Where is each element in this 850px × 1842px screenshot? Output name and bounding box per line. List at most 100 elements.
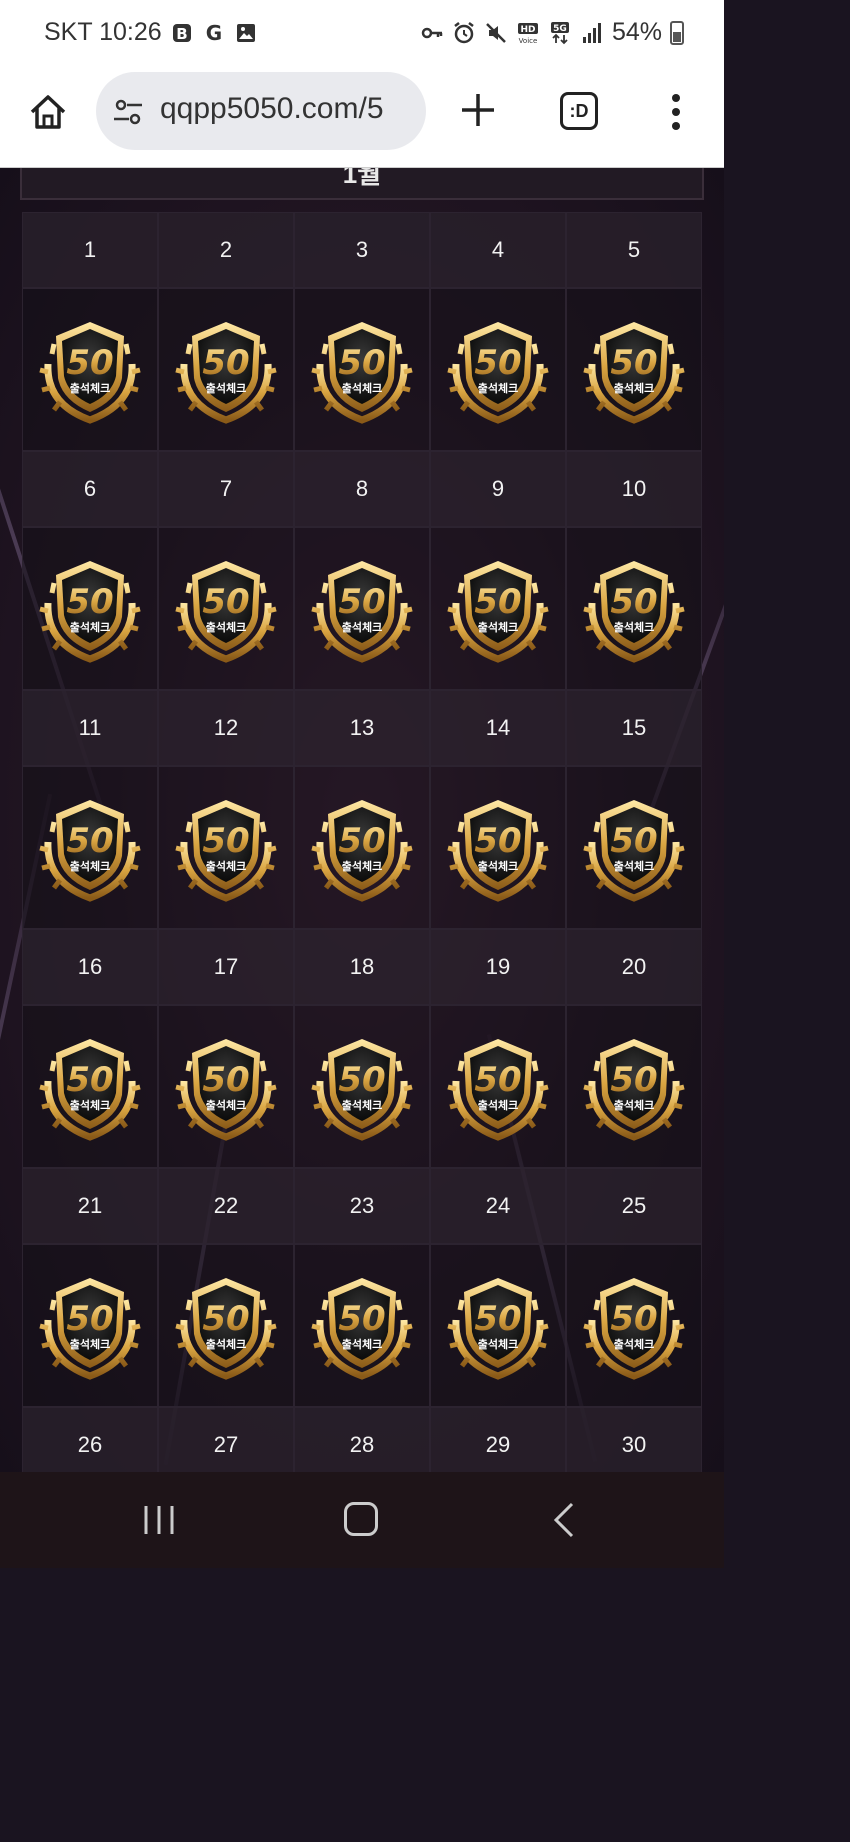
badge-number: 50	[338, 1060, 385, 1100]
badge-caption: 출석체크	[342, 859, 382, 873]
day-badge-cell[interactable]: 50 출석체크	[294, 1244, 430, 1407]
day-badge-cell[interactable]: 50 출석체크	[158, 527, 294, 690]
battery-percent: 54%	[611, 18, 662, 46]
day-number: 29	[430, 1407, 566, 1472]
badge-number: 50	[338, 582, 385, 622]
month-label: 1월	[342, 168, 382, 189]
mute-icon	[486, 22, 506, 43]
day-badge-cell[interactable]: 50 출석체크	[158, 1005, 294, 1168]
badge-number: 50	[202, 582, 249, 622]
attendance-calendar: 1 2 3 4 5 50 출석체크 50 출석체크 50 출석체크 50 출석체크 50 출석체크 6 7 8 9 1…	[22, 212, 702, 1472]
day-badge-cell[interactable]: 50 출석체크	[430, 766, 566, 929]
day-badge-cell[interactable]: 50 출석체크	[22, 766, 158, 929]
day-badge-cell[interactable]: 50 출석체크	[294, 288, 430, 451]
day-badge-cell[interactable]: 50 출석체크	[430, 527, 566, 690]
day-badge-cell[interactable]: 50 출석체크	[294, 1005, 430, 1168]
day-number: 6	[22, 451, 158, 527]
day-badge-cell[interactable]: 50 출석체크	[566, 1244, 702, 1407]
attendance-badge-icon: 50출석체크	[175, 1038, 277, 1141]
day-badge-cell[interactable]: 50 출석체크	[566, 766, 702, 929]
badge-caption: 출석체크	[478, 1098, 518, 1112]
browser-toolbar: qqpp5050.com/5 :D	[0, 68, 724, 168]
badge-caption: 출석체크	[478, 381, 518, 395]
day-badge-cell[interactable]: 50 출석체크	[158, 288, 294, 451]
new-tab-icon[interactable]	[458, 90, 498, 130]
day-badge-cell[interactable]: 50 출석체크	[566, 527, 702, 690]
day-number: 1	[22, 212, 158, 288]
attendance-badge-icon: 50출석체크	[311, 321, 413, 424]
day-badge-cell[interactable]: 50 출석체크	[22, 1005, 158, 1168]
day-badge-cell[interactable]: 50 출석체크	[430, 1244, 566, 1407]
day-badge-cell[interactable]: 50 출석체크	[430, 288, 566, 451]
badge-number: 50	[202, 821, 249, 861]
svg-text:HD: HD	[520, 25, 535, 35]
day-badge-cell[interactable]: 50 출석체크	[158, 1244, 294, 1407]
badge-number: 50	[610, 343, 657, 383]
badge-caption: 출석체크	[70, 381, 110, 395]
status-bar: SKT 10:26 B G HD Voice 5G 54%	[0, 0, 724, 68]
home-nav-icon[interactable]	[344, 1502, 378, 1536]
day-badge-cell[interactable]: 50 출석체크	[22, 288, 158, 451]
badge-number: 50	[202, 343, 249, 383]
attendance-badge-icon: 50출석체크	[39, 1038, 141, 1141]
attendance-badge-icon: 50출석체크	[583, 560, 685, 663]
address-bar[interactable]: qqpp5050.com/5	[96, 72, 426, 150]
b-icon: B	[172, 23, 191, 43]
signal-icon	[582, 22, 601, 43]
day-badge-cell[interactable]: 50 출석체크	[566, 288, 702, 451]
gallery-icon	[236, 23, 255, 42]
day-badge-cell[interactable]: 50 출석체크	[22, 527, 158, 690]
recent-apps-icon[interactable]	[142, 1504, 176, 1536]
svg-text:G: G	[205, 21, 221, 45]
tab-switcher-button[interactable]: :D	[560, 92, 598, 130]
day-number: 14	[430, 690, 566, 766]
hd-voice-icon: HD Voice	[517, 22, 538, 45]
day-number: 3	[294, 212, 430, 288]
web-page: 1월 1 2 3 4 5 50 출석체크 50 출석체크 50 출석체크 50 출석체크 50 출석체크 6 7…	[0, 168, 724, 1472]
badge-number: 50	[202, 1060, 249, 1100]
badge-caption: 출석체크	[206, 859, 246, 873]
badge-caption: 출석체크	[614, 1337, 654, 1351]
5g-icon: 5G	[550, 21, 569, 44]
attendance-badge-icon: 50출석체크	[447, 1038, 549, 1141]
attendance-badge-icon: 50출석체크	[311, 560, 413, 663]
day-badge-cell[interactable]: 50 출석체크	[294, 527, 430, 690]
badge-caption: 출석체크	[614, 381, 654, 395]
svg-text:5G: 5G	[553, 24, 567, 34]
badge-number: 50	[610, 1060, 657, 1100]
badge-number: 50	[202, 1299, 249, 1339]
day-badge-cell[interactable]: 50 출석체크	[430, 1005, 566, 1168]
url-text[interactable]: qqpp5050.com/5	[160, 92, 384, 126]
badge-number: 50	[66, 343, 113, 383]
battery-icon	[670, 20, 684, 45]
badge-caption: 출석체크	[614, 620, 654, 634]
day-badge-cell[interactable]: 50 출석체크	[22, 1244, 158, 1407]
more-menu-icon[interactable]	[662, 92, 690, 132]
badge-caption: 출석체크	[70, 1098, 110, 1112]
day-number: 10	[566, 451, 702, 527]
badge-caption: 출석체크	[70, 859, 110, 873]
day-badge-cell[interactable]: 50 출석체크	[158, 766, 294, 929]
day-number: 28	[294, 1407, 430, 1472]
attendance-badge-icon: 50출석체크	[583, 1277, 685, 1380]
day-badge-cell[interactable]: 50 출석체크	[294, 766, 430, 929]
day-number: 30	[566, 1407, 702, 1472]
site-settings-icon[interactable]	[112, 96, 144, 128]
badge-number: 50	[474, 1299, 521, 1339]
badge-number: 50	[338, 821, 385, 861]
home-icon[interactable]	[28, 92, 68, 132]
attendance-badge-icon: 50출석체크	[175, 321, 277, 424]
back-icon[interactable]	[548, 1502, 578, 1538]
day-badge-cell[interactable]: 50 출석체크	[566, 1005, 702, 1168]
day-number: 21	[22, 1168, 158, 1244]
badge-caption: 출석체크	[342, 1337, 382, 1351]
badge-caption: 출석체크	[342, 381, 382, 395]
attendance-badge-icon: 50출석체크	[311, 1038, 413, 1141]
badge-caption: 출석체크	[206, 1337, 246, 1351]
attendance-badge-icon: 50출석체크	[311, 799, 413, 902]
day-number: 19	[430, 929, 566, 1005]
day-number: 26	[22, 1407, 158, 1472]
system-nav-bar	[0, 1472, 724, 1568]
attendance-badge-icon: 50출석체크	[311, 1277, 413, 1380]
badge-number: 50	[338, 343, 385, 383]
